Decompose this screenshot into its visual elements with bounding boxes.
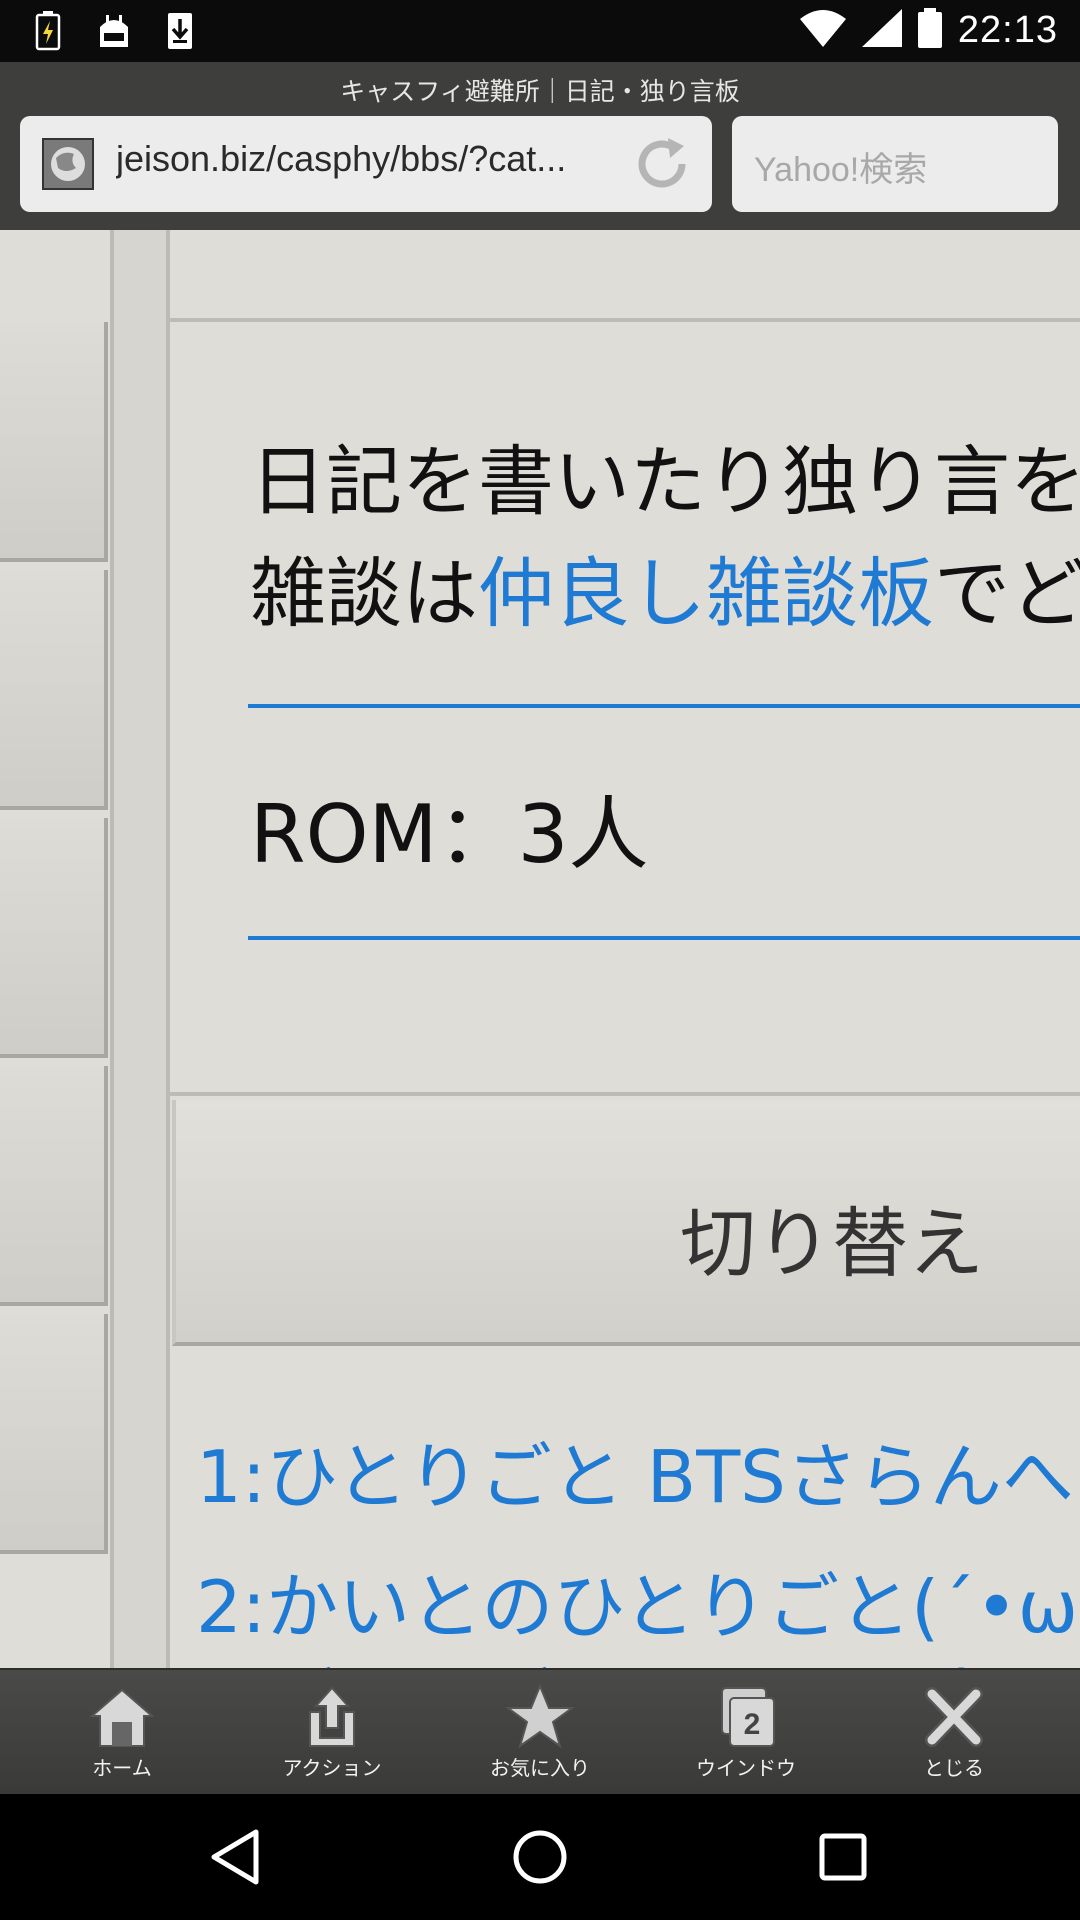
side-tab[interactable] [0,322,108,562]
side-tab[interactable] [0,818,108,1058]
chat-board-link[interactable]: 仲良し雑談板 [478,549,934,638]
close-icon [925,1687,983,1747]
browser-header: キャスフィ避難所｜日記・独り言板 jeison.biz/casphy/bbs/?… [0,62,1080,230]
thread-link[interactable]: 2:かいとのひとりごと(´•ω• [196,1548,1080,1653]
divider [166,230,170,1668]
url-bar[interactable]: jeison.biz/casphy/bbs/?cat... [20,116,712,212]
wifi-icon [799,9,846,51]
toolbar-label: お気に入り [490,1756,590,1780]
side-tab[interactable] [0,1314,108,1554]
status-bar: 22:13 [0,0,1080,62]
switch-button-label: 切り替え [680,1199,984,1288]
divider [168,1092,1080,1096]
share-icon [309,1686,355,1747]
switch-button[interactable]: 切り替え [172,1100,1080,1346]
description-line: 日記を書いたり独り言を [250,437,1080,526]
rom-count: ROM：3人 [250,788,649,881]
toolbar-window-button[interactable]: 2 ウインドウ [676,1684,816,1788]
signal-icon [861,9,902,51]
divider [248,936,1080,940]
toolbar-label: アクション [282,1756,382,1780]
toolbar-close-button[interactable]: とじる [884,1684,1024,1788]
page-content[interactable]: 日記を書いたり独り言を 雑談は仲良し雑談板でど ROM：3人 切り替え 1:ひと… [0,230,1080,1668]
toolbar-label: とじる [924,1756,984,1780]
board-description: 日記を書いたり独り言を 雑談は仲良し雑談板でど [250,426,1080,650]
side-tab[interactable] [0,570,108,810]
search-input[interactable]: Yahoo!検索 [732,116,1058,212]
toolbar-favorites-button[interactable]: お気に入り [470,1684,610,1788]
description-prefix: 雑談は [250,549,478,638]
battery-icon [917,8,942,52]
android-debug-icon [96,10,132,52]
reload-icon[interactable] [630,132,694,196]
divider [110,230,114,1668]
window-count: 2 [744,1708,761,1741]
home-circle-icon[interactable] [507,1824,573,1890]
site-favicon-icon [42,138,94,190]
navigation-bar [0,1794,1080,1920]
back-icon[interactable] [204,1824,270,1890]
toolbar-label: ウインドウ [696,1756,796,1780]
battery-charging-icon [30,10,66,52]
toolbar-action-button[interactable]: アクション [262,1684,402,1788]
thread-link[interactable]: 3:ダイ…ダ…リ…は悪味から… [196,1644,1080,1668]
search-placeholder: Yahoo!検索 [754,151,928,189]
divider [168,318,1080,322]
browser-toolbar: ホーム アクション お気に入り 2 ウインドウ とじる [0,1668,1080,1794]
toolbar-home-button[interactable]: ホーム [52,1684,192,1788]
side-tab[interactable] [0,1066,108,1306]
page-title: キャスフィ避難所｜日記・独り言板 [340,77,740,106]
recents-icon[interactable] [810,1824,876,1890]
thread-link[interactable]: 1:ひとりごと BTSさらんへ [196,1418,1074,1523]
divider [248,704,1080,708]
clock: 22:13 [957,8,1058,51]
download-icon [162,10,198,52]
star-icon [504,1684,576,1749]
home-icon [89,1688,155,1747]
url-text[interactable]: jeison.biz/casphy/bbs/?cat... [116,138,616,180]
description-line: 雑談は仲良し雑談板でど [250,538,1080,650]
toolbar-label: ホーム [92,1756,152,1780]
column-divider [114,230,166,1668]
windows-icon: 2 [721,1687,775,1747]
description-suffix: でど [934,549,1080,638]
